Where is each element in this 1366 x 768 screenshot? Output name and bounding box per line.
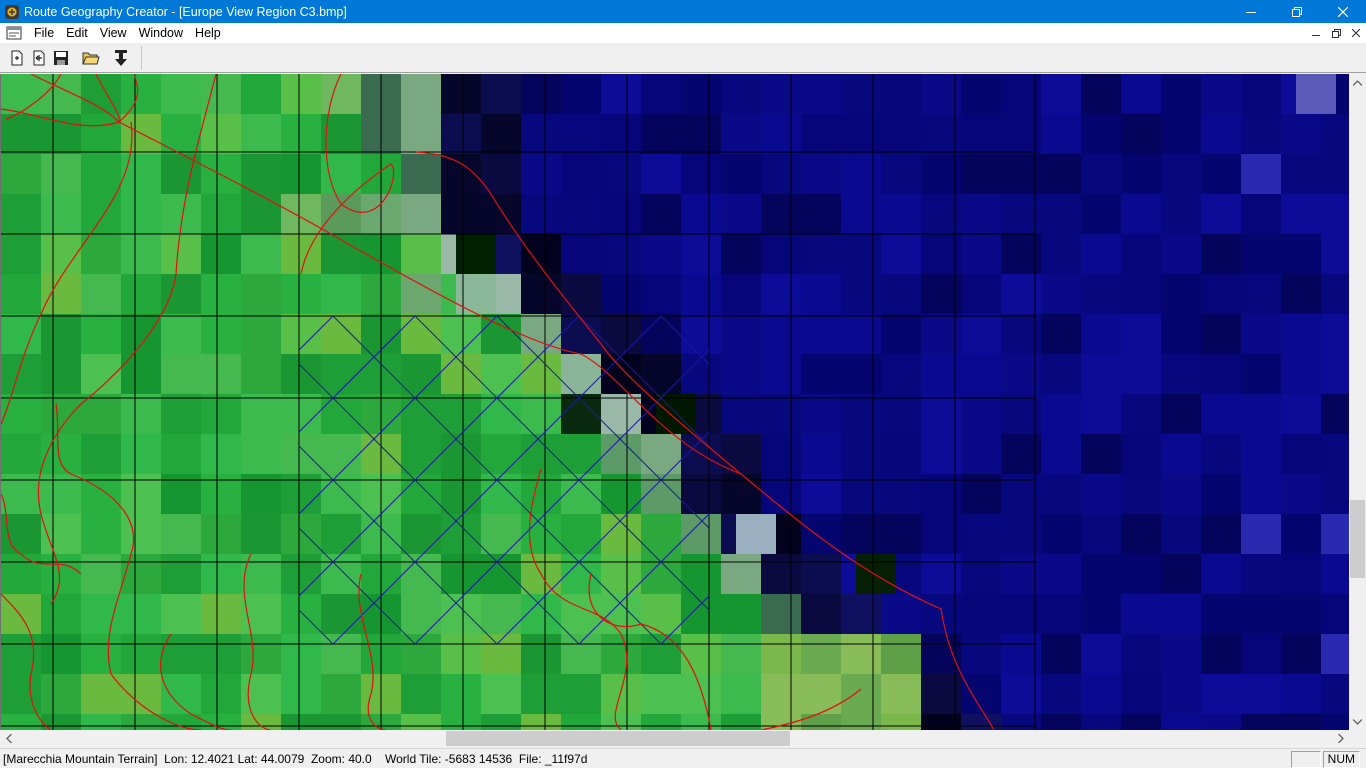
horizontal-scrollbar[interactable]: [0, 730, 1349, 747]
chevron-up-icon: [1353, 79, 1362, 86]
scrollbar-corner: [1349, 730, 1366, 747]
close-icon: [1352, 29, 1360, 37]
new-button[interactable]: [6, 47, 28, 69]
mdi-minimize-button[interactable]: [1306, 23, 1326, 43]
close-button[interactable]: [1320, 0, 1366, 23]
status-pane-num: NUM: [1322, 751, 1360, 768]
scroll-left-arrow[interactable]: [0, 730, 17, 747]
scroll-down-arrow[interactable]: [1349, 713, 1366, 730]
new-document-icon: [11, 50, 23, 66]
scroll-up-arrow[interactable]: [1349, 74, 1366, 91]
save-disk-icon: [54, 51, 68, 65]
import-button[interactable]: [110, 47, 132, 69]
map-view[interactable]: [0, 74, 1349, 730]
save-button[interactable]: [50, 47, 72, 69]
horizontal-scroll-thumb[interactable]: [446, 731, 790, 746]
minimize-icon: [1246, 11, 1256, 13]
menu-file[interactable]: File: [28, 23, 60, 43]
window-title: Route Geography Creator - [Europe View R…: [24, 4, 347, 19]
add-document-icon: [33, 50, 45, 66]
add-button[interactable]: [28, 47, 50, 69]
close-icon: [1338, 6, 1348, 17]
restore-icon: [1331, 28, 1341, 38]
toolbar-separator: [141, 46, 142, 70]
restore-button[interactable]: [1274, 0, 1320, 23]
menu-view[interactable]: View: [94, 23, 133, 43]
status-pane-empty: [1290, 751, 1321, 768]
vertical-scrollbar[interactable]: [1349, 74, 1366, 730]
status-bar: [Marecchia Mountain Terrain] Lon: 12.402…: [0, 748, 1366, 768]
title-bar: Route Geography Creator - [Europe View R…: [0, 0, 1366, 23]
download-arrow-icon: [115, 50, 127, 66]
menu-help[interactable]: Help: [189, 23, 227, 43]
document-icon[interactable]: [6, 25, 22, 41]
mdi-restore-button[interactable]: [1326, 23, 1346, 43]
restore-icon: [1292, 6, 1302, 17]
chevron-left-icon: [5, 734, 12, 743]
vertical-scroll-thumb[interactable]: [1350, 500, 1365, 578]
chevron-right-icon: [1337, 734, 1344, 743]
terrain-map[interactable]: [1, 74, 1349, 730]
toolbar: [0, 44, 1366, 73]
menu-window[interactable]: Window: [133, 23, 189, 43]
app-icon: [5, 4, 19, 19]
mdi-close-button[interactable]: [1346, 23, 1366, 43]
menu-bar: File Edit View Window Help: [0, 23, 1366, 43]
open-folder-icon: [82, 52, 100, 65]
chevron-down-icon: [1353, 718, 1362, 725]
status-text: [Marecchia Mountain Terrain] Lon: 12.402…: [3, 751, 588, 766]
terrain-tiles: [1, 74, 1349, 730]
open-button[interactable]: [80, 47, 102, 69]
minimize-icon: [1312, 35, 1320, 36]
minimize-button[interactable]: [1228, 0, 1274, 23]
scroll-right-arrow[interactable]: [1332, 730, 1349, 747]
menu-edit[interactable]: Edit: [60, 23, 94, 43]
